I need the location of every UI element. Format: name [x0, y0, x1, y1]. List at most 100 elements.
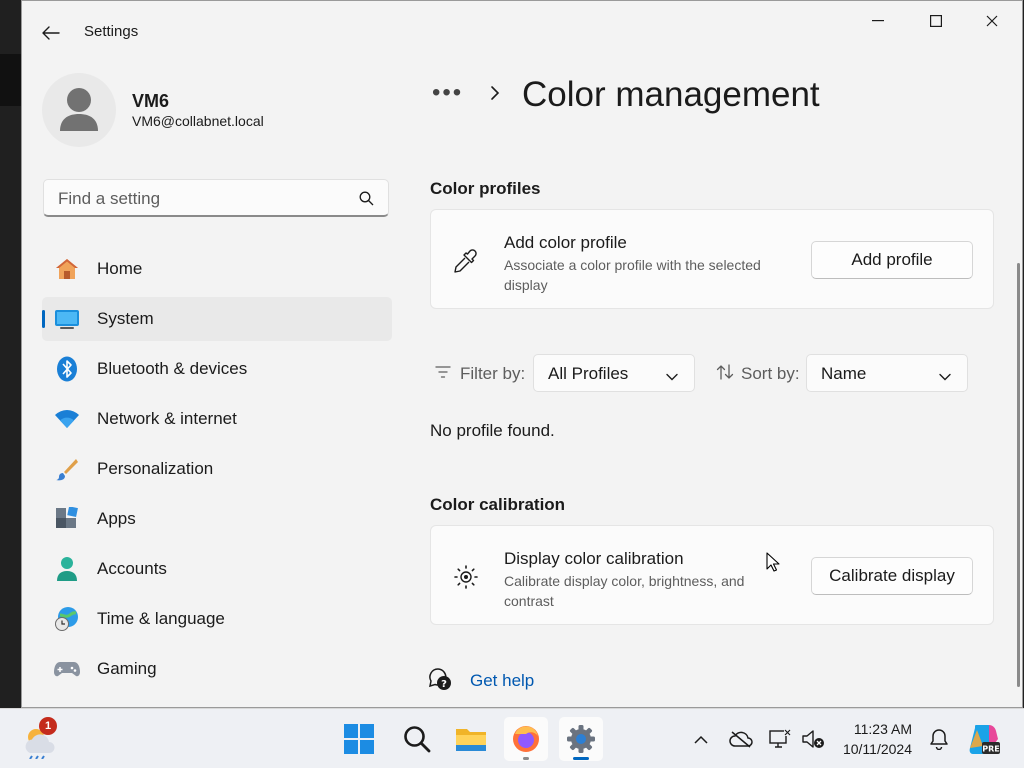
settings-icon: [567, 725, 595, 753]
start-button[interactable]: [337, 717, 381, 761]
bell-icon: [930, 729, 948, 750]
sidebar-item-label: Network & internet: [97, 409, 237, 428]
search-icon: [404, 726, 431, 753]
taskbar-search-button[interactable]: [395, 717, 439, 761]
search-input[interactable]: [56, 186, 350, 212]
back-button[interactable]: [36, 19, 66, 47]
sidebar-item-label: Accounts: [97, 559, 167, 578]
eyedropper-icon: [451, 246, 481, 276]
card-description: Associate a color profile with the selec…: [504, 257, 761, 293]
network-tray-button[interactable]: [766, 725, 794, 753]
show-hidden-icons-button[interactable]: [687, 725, 715, 753]
notifications-button[interactable]: [925, 725, 953, 753]
firefox-button[interactable]: [504, 717, 548, 761]
running-indicator: [523, 757, 529, 760]
display-calibration-card: Display color calibration Calibrate disp…: [430, 525, 994, 625]
system-icon: [54, 306, 80, 332]
sort-icon: [716, 364, 734, 385]
settings-taskbar-button[interactable]: [559, 717, 603, 761]
card-title: Display color calibration: [504, 549, 684, 568]
background-window-edge: [0, 54, 22, 106]
user-email: VM6@collabnet.local: [132, 113, 264, 129]
clock-time: 11:23 AM: [853, 721, 912, 737]
sidebar-item-apps[interactable]: Apps: [42, 497, 392, 541]
weather-widget[interactable]: 1: [20, 717, 64, 761]
section-title-color-profiles: Color profiles: [430, 179, 541, 198]
copilot-badge-label: PRE: [982, 745, 1000, 754]
apps-icon: [54, 506, 80, 532]
close-icon: [986, 15, 998, 27]
sidebar-item-label: Gaming: [97, 659, 157, 678]
active-indicator: [573, 757, 589, 760]
empty-state-message: No profile found.: [430, 421, 555, 440]
onedrive-tray-button[interactable]: [727, 725, 755, 753]
file-explorer-button[interactable]: [449, 717, 493, 761]
maximize-button[interactable]: [908, 1, 964, 41]
back-arrow-icon: [42, 26, 60, 40]
minimize-button[interactable]: [850, 1, 906, 41]
sidebar-nav: Home System Bluetooth & devices Network …: [42, 247, 392, 697]
filter-dropdown[interactable]: All Profiles: [533, 354, 695, 392]
chevron-right-icon: [490, 85, 500, 106]
mouse-pointer-icon: [766, 552, 780, 572]
filter-value: All Profiles: [548, 364, 629, 383]
chevron-up-icon: [694, 735, 708, 744]
brush-icon: [54, 456, 80, 482]
calibrate-display-button[interactable]: Calibrate display: [811, 557, 973, 595]
sort-dropdown[interactable]: Name: [806, 354, 968, 392]
user-profile[interactable]: VM6 VM6@collabnet.local: [40, 71, 400, 151]
file-explorer-icon: [456, 729, 486, 751]
filter-sort-bar: Filter by: All Profiles Sort by: Name: [430, 353, 990, 395]
sidebar-item-label: Time & language: [97, 609, 225, 628]
clock-date: 10/11/2024: [842, 741, 912, 757]
filter-label: Filter by:: [460, 364, 526, 383]
help-chat-icon: ?: [428, 667, 452, 696]
filter-icon: [435, 365, 451, 384]
get-help-label: Get help: [470, 671, 535, 690]
svg-text:?: ?: [441, 679, 447, 690]
accounts-icon: [54, 556, 80, 582]
chevron-down-icon: [939, 368, 951, 386]
user-name: VM6: [132, 91, 170, 111]
globe-clock-icon: [54, 606, 80, 632]
sidebar-item-home[interactable]: Home: [42, 247, 392, 291]
card-title: Add color profile: [504, 233, 627, 252]
gamepad-icon: [54, 656, 80, 682]
clock[interactable]: 11:23 AM 10/11/2024: [836, 719, 912, 759]
search-box[interactable]: [43, 179, 389, 217]
close-button[interactable]: [964, 1, 1020, 41]
settings-window: Settings VM6 VM6@collabnet.local Home: [21, 0, 1023, 708]
card-description: Calibrate display color, brightness, and…: [504, 573, 745, 609]
wifi-icon: [54, 406, 80, 432]
sidebar-item-personalization[interactable]: Personalization: [42, 447, 392, 491]
avatar: [42, 73, 116, 147]
firefox-icon: [513, 726, 539, 752]
sidebar-item-system[interactable]: System: [42, 297, 392, 341]
scrollbar[interactable]: [1017, 263, 1020, 687]
sidebar-item-network[interactable]: Network & internet: [42, 397, 392, 441]
sidebar-item-accounts[interactable]: Accounts: [42, 547, 392, 591]
sidebar-item-bluetooth[interactable]: Bluetooth & devices: [42, 347, 392, 391]
bluetooth-icon: [54, 356, 80, 382]
start-icon: [344, 724, 374, 754]
sort-value: Name: [821, 364, 867, 383]
maximize-icon: [930, 15, 942, 27]
minimize-icon: [872, 20, 884, 22]
sidebar-item-label: Apps: [97, 509, 136, 528]
volume-tray-button[interactable]: [799, 725, 827, 753]
section-title-color-calibration: Color calibration: [430, 495, 566, 514]
sidebar-item-gaming[interactable]: Gaming: [42, 647, 392, 691]
copilot-icon: PRE: [969, 725, 1000, 754]
app-title: Settings: [84, 23, 139, 40]
search-icon[interactable]: [359, 191, 374, 211]
breadcrumb-overflow-button[interactable]: •••: [432, 79, 463, 107]
home-icon: [54, 256, 80, 282]
sidebar-item-label: System: [97, 309, 154, 328]
sidebar-item-time-language[interactable]: Time & language: [42, 597, 392, 641]
sidebar-item-label: Home: [97, 259, 143, 278]
brightness-icon: [451, 562, 481, 592]
add-profile-button[interactable]: Add profile: [811, 241, 973, 279]
sidebar-item-label: Bluetooth & devices: [97, 359, 248, 378]
taskbar: 1 11:23 AM 10/11/2024 PRE: [0, 708, 1024, 768]
copilot-button[interactable]: PRE: [966, 721, 1002, 757]
